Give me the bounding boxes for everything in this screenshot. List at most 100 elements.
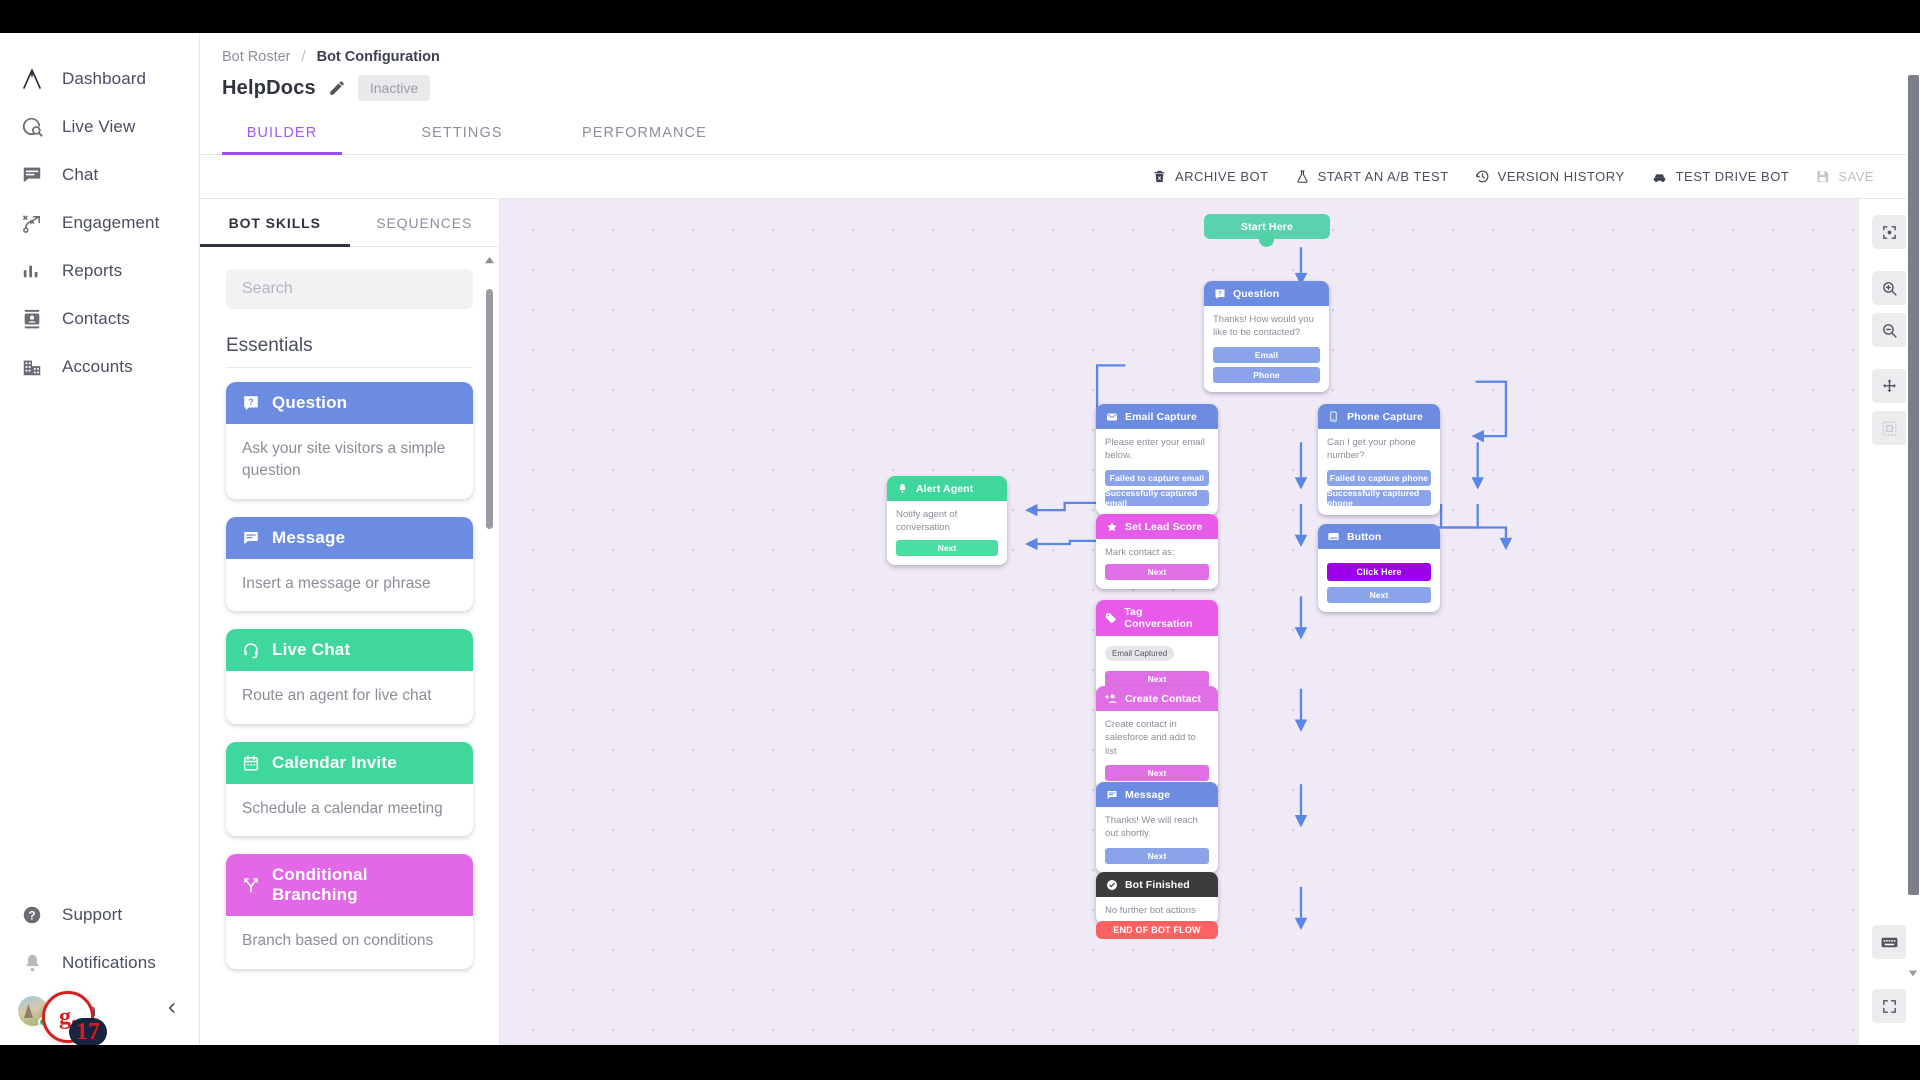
pan-button[interactable] xyxy=(1871,369,1908,403)
app-viewport: Dashboard Live View Chat Engagement Repo… xyxy=(0,33,1920,1045)
logo-peak-icon xyxy=(18,65,46,93)
sidebar-item-reports[interactable]: Reports xyxy=(0,247,199,295)
breadcrumb-separator: / xyxy=(301,49,306,65)
sidebar-item-chat[interactable]: Chat xyxy=(0,151,199,199)
sidebar-item-engagement[interactable]: Engagement xyxy=(0,199,199,247)
node-label: END OF BOT FLOW xyxy=(1113,925,1201,935)
node-option-next[interactable]: Next xyxy=(1105,564,1209,581)
sidebar-item-accounts[interactable]: Accounts xyxy=(0,343,199,391)
node-phone-capture[interactable]: Phone Capture Can I get your phone numbe… xyxy=(1318,404,1440,515)
toolbar-label: ARCHIVE BOT xyxy=(1174,169,1269,184)
flow-canvas[interactable]: Start Here ? Question Thanks! How would … xyxy=(500,199,1920,1045)
headset-icon xyxy=(241,640,261,660)
tab-builder[interactable]: BUILDER xyxy=(222,113,342,155)
skill-card-live-chat[interactable]: Live Chat Route an agent for live chat xyxy=(226,629,473,724)
skills-scrollbar[interactable] xyxy=(486,267,493,1045)
search-input[interactable] xyxy=(226,269,473,309)
skill-card-conditional-branching[interactable]: Conditional Branching Branch based on co… xyxy=(226,854,473,969)
live-view-icon xyxy=(18,113,46,141)
node-title: Phone Capture xyxy=(1347,410,1423,423)
archive-bot-button[interactable]: ARCHIVE BOT xyxy=(1152,169,1269,184)
node-option-failed-email[interactable]: Failed to capture email xyxy=(1105,469,1209,486)
node-option-click-here[interactable]: Click Here xyxy=(1327,563,1431,581)
keyboard-shortcuts-button[interactable] xyxy=(1871,925,1908,959)
breadcrumb-bot-roster[interactable]: Bot Roster xyxy=(222,49,291,65)
start-ab-test-button[interactable]: START AN A/B TEST xyxy=(1295,169,1449,184)
node-header: Tag Conversation xyxy=(1096,600,1218,636)
node-option-next[interactable]: Next xyxy=(896,539,998,556)
car-icon xyxy=(1651,168,1668,185)
tab-settings[interactable]: SETTINGS xyxy=(402,113,522,154)
edit-pencil-icon[interactable] xyxy=(328,79,346,97)
question-badge-icon: ? xyxy=(241,393,261,413)
node-option-phone[interactable]: Phone xyxy=(1213,366,1320,383)
node-text: Thanks! We will reach out shortly. xyxy=(1105,815,1198,840)
skill-card-desc: Branch based on conditions xyxy=(242,932,434,950)
sidebar-item-label: Engagement xyxy=(62,213,160,232)
node-option-success-phone[interactable]: Successfully captured phone xyxy=(1327,488,1431,508)
sidebar-item-label: Live View xyxy=(62,117,136,136)
support-beacon-button[interactable]: g. 17 xyxy=(42,991,107,1045)
center-focus-button[interactable] xyxy=(1871,215,1908,249)
sidebar-item-live-view[interactable]: Live View xyxy=(0,103,199,151)
tab-bot-skills[interactable]: BOT SKILLS xyxy=(200,199,350,247)
node-bot-finished[interactable]: Bot Finished No further bot actions xyxy=(1096,872,1218,925)
sidebar-item-support[interactable]: ? Support xyxy=(0,891,199,939)
page-scrollbar[interactable] xyxy=(1906,33,1920,1045)
skills-scrollbar-thumb[interactable] xyxy=(486,289,493,529)
node-option-failed-phone[interactable]: Failed to capture phone xyxy=(1327,469,1431,486)
node-option-next[interactable]: Next xyxy=(1105,764,1209,781)
skill-card-header: Conditional Branching xyxy=(226,854,473,917)
node-create-contact[interactable]: Create Contact Create contact in salesfo… xyxy=(1096,686,1218,790)
pan-move-icon xyxy=(1883,378,1896,392)
page-scrollbar-thumb[interactable] xyxy=(1908,75,1919,895)
zoom-in-button[interactable] xyxy=(1871,271,1908,305)
page-title: HelpDocs xyxy=(222,76,316,99)
sidebar-item-dashboard[interactable]: Dashboard xyxy=(0,55,199,103)
keyboard-icon xyxy=(1881,937,1898,947)
node-title: Tag Conversation xyxy=(1124,606,1193,630)
skill-card-question[interactable]: ? Question Ask your site visitors a simp… xyxy=(226,382,473,499)
node-tag-conversation[interactable]: Tag Conversation Email Captured Next xyxy=(1096,600,1218,696)
node-message[interactable]: Message Thanks! We will reach out shortl… xyxy=(1096,782,1218,873)
tab-performance[interactable]: PERFORMANCE xyxy=(582,113,707,154)
scroll-down-arrow-icon[interactable] xyxy=(1908,965,1918,977)
skill-card-message[interactable]: Message Insert a message or phrase xyxy=(226,516,473,612)
sidebar-item-notifications[interactable]: Notifications xyxy=(0,939,199,987)
node-title: Question xyxy=(1233,287,1280,300)
toolbar-label: START AN A/B TEST xyxy=(1317,169,1449,184)
zoom-out-button[interactable] xyxy=(1871,313,1908,347)
fit-selection-button[interactable] xyxy=(1871,411,1908,445)
bell-icon xyxy=(896,482,909,495)
node-option-next[interactable]: Next xyxy=(1105,847,1209,864)
version-history-button[interactable]: VERSION HISTORY xyxy=(1475,169,1625,184)
skill-card-title: Live Chat xyxy=(272,640,351,660)
clock-history-icon xyxy=(1475,169,1490,184)
skills-group-title: Essentials xyxy=(226,335,313,356)
sidebar-collapse-button[interactable] xyxy=(159,995,185,1021)
node-email-capture[interactable]: Email Capture Please enter your email be… xyxy=(1096,404,1218,515)
node-question[interactable]: ? Question Thanks! How would you like to… xyxy=(1204,281,1329,392)
node-text: Can I get your phone number? xyxy=(1327,437,1416,462)
sidebar-item-label: Chat xyxy=(62,165,99,184)
node-title: Button xyxy=(1347,530,1382,543)
test-drive-bot-button[interactable]: TEST DRIVE BOT xyxy=(1651,168,1790,185)
node-option-success-email[interactable]: Successfully captured email xyxy=(1105,488,1209,508)
node-button[interactable]: Button Click Here Next xyxy=(1318,524,1440,612)
node-option-next[interactable]: Next xyxy=(1327,587,1431,603)
node-option-email[interactable]: Email xyxy=(1213,346,1320,363)
node-text: No further bot actions xyxy=(1105,905,1196,916)
branch-icon xyxy=(241,875,261,895)
node-body: Please enter your email below. Failed to… xyxy=(1096,429,1218,515)
node-option-next[interactable]: Next xyxy=(1105,671,1209,687)
node-alert-agent[interactable]: Alert Agent Notify agent of conversation… xyxy=(887,476,1007,565)
sidebar-item-contacts[interactable]: Contacts xyxy=(0,295,199,343)
bot-title-row: HelpDocs Inactive xyxy=(200,65,1920,101)
node-set-lead-score[interactable]: Set Lead Score Mark contact as: Next xyxy=(1096,514,1218,590)
save-disk-icon xyxy=(1815,169,1830,184)
tab-sequences[interactable]: SEQUENCES xyxy=(350,199,500,246)
node-header: Alert Agent xyxy=(887,476,1007,501)
scroll-up-arrow-icon[interactable] xyxy=(484,253,495,264)
skill-card-calendar-invite[interactable]: Calendar Invite Schedule a calendar meet… xyxy=(226,741,473,837)
fullscreen-button[interactable] xyxy=(1871,989,1908,1023)
